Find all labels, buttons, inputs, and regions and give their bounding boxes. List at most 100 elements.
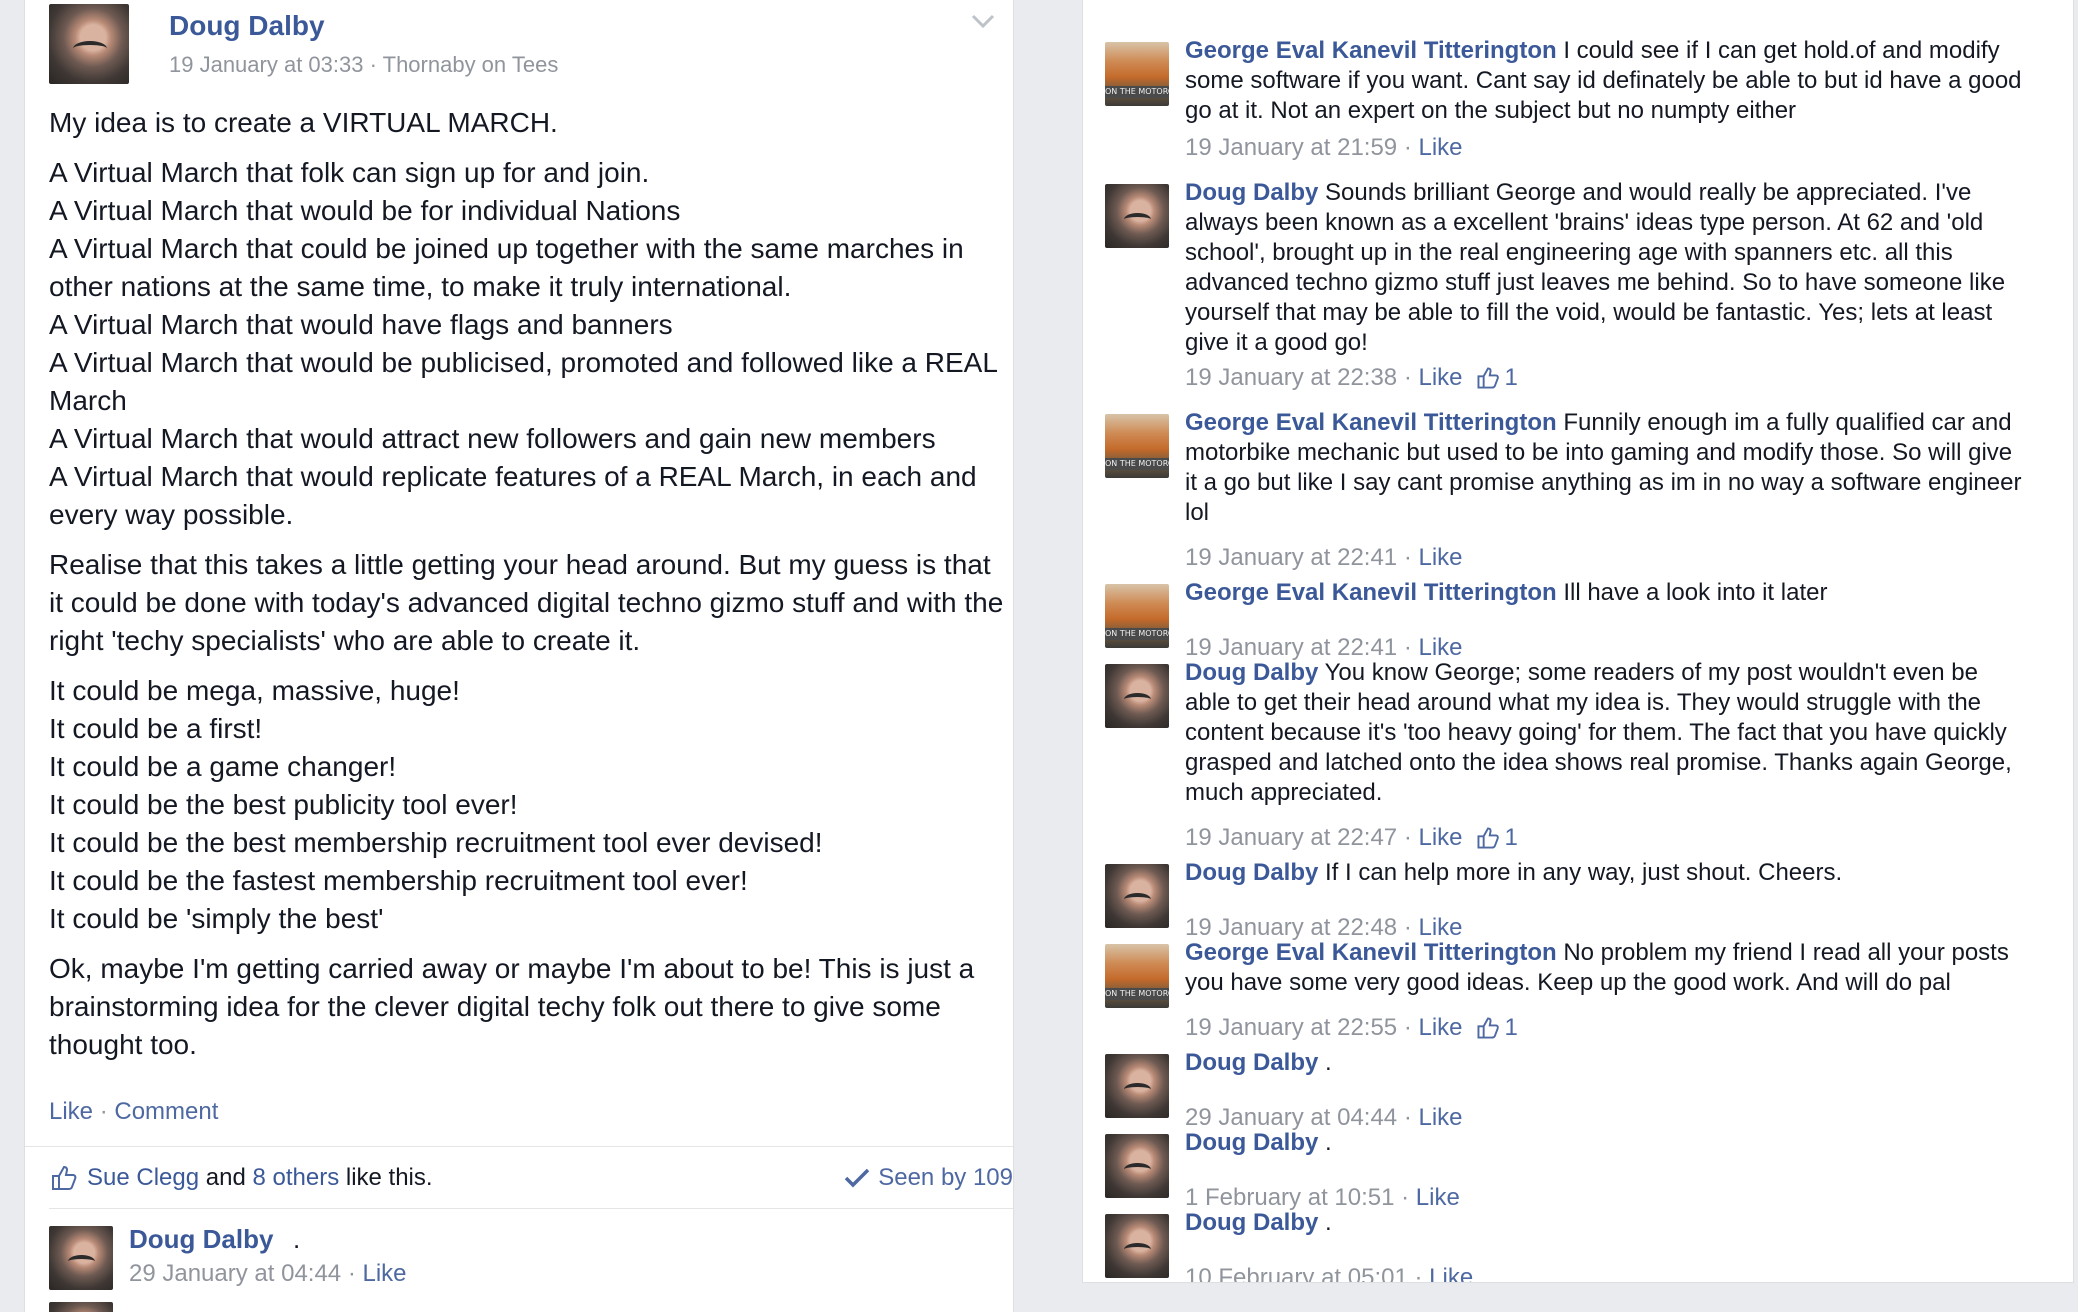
comment-text: .	[293, 1224, 301, 1254]
avatar[interactable]: ON THE MOTORCYCLE	[1105, 584, 1169, 648]
comment-meta: 19 January at 22:47 · Like 1	[1185, 824, 1518, 852]
avatar[interactable]: ON THE MOTORCYCLE	[1105, 944, 1169, 1008]
comment-author[interactable]: George Eval Kanevil Titterington	[1185, 939, 1557, 966]
like-count[interactable]: 1	[1505, 1014, 1518, 1042]
comment-body: George Eval Kanevil Titterington No prob…	[1185, 938, 2025, 998]
post-meta: 19 January at 03:33 · Thornaby on Tees	[169, 52, 559, 77]
post-paragraph: A Virtual March that folk can sign up fo…	[49, 157, 997, 530]
like-link[interactable]: Like	[1418, 134, 1462, 162]
comment-author[interactable]: Doug Dalby	[1185, 1209, 1318, 1236]
divider	[25, 1146, 1013, 1147]
separator: ·	[93, 1098, 115, 1125]
comment-meta: 19 January at 21:59 · Like	[1185, 134, 1463, 162]
comment-body: George Eval Kanevil Titterington I could…	[1185, 36, 2025, 126]
comment-time[interactable]: 19 January at 22:47	[1185, 824, 1397, 852]
comment-meta: 19 January at 22:55 · Like 1	[1185, 1014, 1518, 1042]
comment-meta: 10 February at 05:01 · Like	[1185, 1264, 1473, 1283]
comment-body: Doug Dalby You know George; some readers…	[1185, 658, 2025, 808]
avatar[interactable]	[1105, 664, 1169, 728]
seen-by[interactable]: Seen by 109	[844, 1164, 1013, 1192]
comment-time[interactable]: 29 January at 04:44	[129, 1260, 341, 1287]
like-link[interactable]: Like	[1418, 824, 1462, 852]
like-link[interactable]: Like	[362, 1260, 406, 1287]
comment-body: Doug Dalby Sounds brilliant George and w…	[1185, 178, 2025, 358]
avatar[interactable]	[49, 1226, 113, 1290]
like-link[interactable]: Like	[49, 1098, 93, 1125]
comment-time[interactable]: 19 January at 22:38	[1185, 364, 1397, 392]
comment-time[interactable]: 19 January at 22:41	[1185, 544, 1397, 572]
avatar-caption: ON THE MOTORCYCLE	[1105, 458, 1169, 470]
separator: ·	[1397, 364, 1419, 391]
post-actions: Like · Comment	[49, 1098, 218, 1126]
comment-time[interactable]: 10 February at 05:01	[1185, 1264, 1408, 1282]
separator: ·	[341, 1260, 363, 1287]
comment-body: Doug Dalby .	[1185, 1048, 2025, 1078]
likes-suffix: like this.	[345, 1164, 433, 1191]
comment-author[interactable]: Doug Dalby	[1185, 1049, 1318, 1076]
comment-author[interactable]: Doug Dalby	[1185, 179, 1318, 206]
comment-body: Doug Dalby If I can help more in any way…	[1185, 858, 2025, 888]
post-paragraph: Ok, maybe I'm getting carried away or ma…	[49, 953, 975, 1060]
comment-author[interactable]: George Eval Kanevil Titterington	[1185, 579, 1557, 606]
post-body: My idea is to create a VIRTUAL MARCH. A …	[49, 104, 1009, 1076]
avatar[interactable]	[49, 4, 129, 84]
thumbs-up-icon[interactable]	[1475, 825, 1501, 851]
comment-time[interactable]: 19 January at 21:59	[1185, 134, 1397, 162]
like-link[interactable]: Like	[1418, 364, 1462, 392]
thumbs-up-icon[interactable]	[1475, 365, 1501, 391]
checkmark-icon	[844, 1168, 870, 1188]
comment-author[interactable]: Doug Dalby	[129, 1224, 273, 1255]
thumbs-up-icon[interactable]	[1475, 1015, 1501, 1041]
comment-text: .	[1325, 1129, 1332, 1156]
comment-link[interactable]: Comment	[114, 1098, 218, 1125]
separator: ·	[1397, 824, 1419, 851]
comment-meta: 19 January at 22:41 · Like	[1185, 544, 1463, 572]
comment-author[interactable]: George Eval Kanevil Titterington	[1185, 409, 1557, 436]
comment-author[interactable]: Doug Dalby	[1185, 859, 1318, 886]
like-link[interactable]: Like	[1418, 544, 1462, 572]
post-paragraph: Realise that this takes a little getting…	[49, 549, 1004, 656]
comment-text: If I can help more in any way, just shou…	[1325, 859, 1843, 886]
comment-text: .	[1325, 1049, 1332, 1076]
separator: ·	[1397, 544, 1419, 571]
others-link[interactable]: 8 others	[252, 1164, 339, 1192]
comment-author[interactable]: Doug Dalby	[1185, 659, 1318, 686]
chevron-down-icon[interactable]	[969, 10, 997, 32]
post-author[interactable]: Doug Dalby	[169, 10, 325, 42]
post-paragraph: It could be mega, massive, huge! It coul…	[49, 675, 823, 934]
comment-meta: 29 January at 04:44 · Like	[129, 1260, 407, 1288]
divider	[49, 1208, 1013, 1209]
comment-body: Doug Dalby .	[1185, 1128, 2025, 1158]
comment-body: George Eval Kanevil Titterington Funnily…	[1185, 408, 2025, 528]
post-panel: Doug Dalby 19 January at 03:33 · Thornab…	[24, 0, 1014, 1312]
likes-and: and	[205, 1164, 246, 1191]
liker-link[interactable]: Sue Clegg	[87, 1164, 199, 1192]
avatar[interactable]	[1105, 864, 1169, 928]
avatar[interactable]: ON THE MOTORCYCLE	[1105, 42, 1169, 106]
comment-body: Doug Dalby .	[1185, 1208, 2025, 1238]
like-count[interactable]: 1	[1505, 824, 1518, 852]
like-count[interactable]: 1	[1505, 364, 1518, 392]
post-paragraph: My idea is to create a VIRTUAL MARCH.	[49, 107, 558, 138]
like-link[interactable]: Like	[1429, 1264, 1473, 1282]
avatar[interactable]	[1105, 1054, 1169, 1118]
avatar[interactable]: ON THE MOTORCYCLE	[1105, 414, 1169, 478]
avatar[interactable]	[1105, 184, 1169, 248]
separator: ·	[1407, 1264, 1430, 1283]
comment-meta: 19 January at 22:38 · Like 1	[1185, 364, 1518, 392]
likes-summary: Sue Clegg and 8 others like this. Seen b…	[49, 1160, 1013, 1196]
comments-panel: ON THE MOTORCYCLE George Eval Kanevil Tit…	[1082, 0, 2074, 1283]
comment-author[interactable]: George Eval Kanevil Titterington	[1185, 37, 1557, 64]
comment-time[interactable]: 19 January at 22:55	[1185, 1014, 1397, 1042]
avatar[interactable]	[1105, 1134, 1169, 1198]
comment-author[interactable]: Doug Dalby	[1185, 1129, 1318, 1156]
seen-by-label: Seen by 109	[878, 1164, 1013, 1191]
avatar-caption: ON THE MOTORCYCLE	[1105, 988, 1169, 1000]
thumbs-up-icon	[52, 1165, 77, 1190]
comment-body: George Eval Kanevil Titterington Ill hav…	[1185, 578, 2025, 608]
avatar[interactable]	[1105, 1214, 1169, 1278]
like-link[interactable]: Like	[1418, 1014, 1462, 1042]
comment-text: .	[1325, 1209, 1332, 1236]
separator: ·	[1397, 134, 1419, 161]
avatar[interactable]	[49, 1302, 113, 1312]
